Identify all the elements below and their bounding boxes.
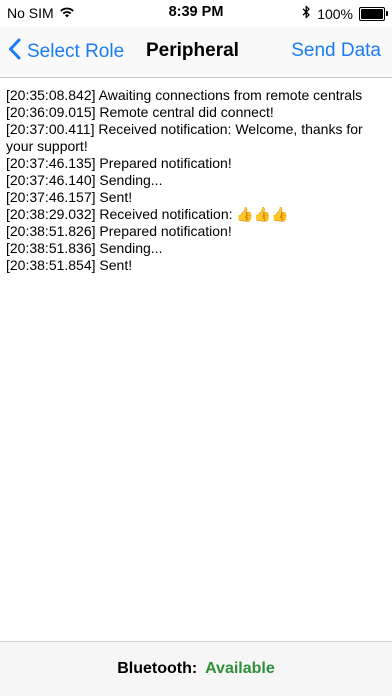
- log-line: [20:38:29.032] Received notification: 👍👍…: [6, 206, 289, 222]
- battery-fill: [361, 8, 383, 19]
- log-line: [20:38:51.836] Sending...: [6, 240, 163, 256]
- log-text-view[interactable]: [20:35:08.842] Awaiting connections from…: [6, 87, 386, 274]
- log-line: [20:38:51.826] Prepared notification!: [6, 223, 232, 239]
- bluetooth-status-label: Bluetooth:: [117, 660, 198, 677]
- screen: No SIM 8:39 PM 100% Select Role Peripher…: [0, 0, 392, 696]
- send-data-button[interactable]: Send Data: [291, 40, 381, 62]
- log-line: [20:38:51.854] Sent!: [6, 257, 133, 273]
- chevron-left-icon: [8, 38, 21, 66]
- bluetooth-icon: [302, 5, 311, 22]
- back-button[interactable]: Select Role: [8, 38, 124, 66]
- log-line: [20:37:46.135] Prepared notification!: [6, 155, 232, 171]
- page-title: Peripheral: [146, 40, 239, 61]
- log-line: [20:37:46.140] Sending...: [6, 172, 163, 188]
- status-bar: No SIM 8:39 PM 100%: [0, 0, 392, 26]
- bluetooth-status-value: Available: [205, 660, 275, 677]
- log-line: [20:37:46.157] Sent!: [6, 189, 133, 205]
- log-line: [20:37:00.411] Received notification: We…: [6, 121, 367, 154]
- navigation-bar: Select Role Peripheral Send Data: [0, 26, 392, 78]
- battery-percent: 100%: [317, 5, 353, 22]
- battery-icon: [359, 6, 388, 21]
- log-line: [20:36:09.015] Remote central did connec…: [6, 104, 274, 120]
- status-right: 100%: [302, 5, 388, 22]
- bluetooth-status-bar: Bluetooth: Available: [0, 641, 392, 696]
- log-line: [20:35:08.842] Awaiting connections from…: [6, 87, 363, 103]
- back-button-label: Select Role: [27, 41, 125, 62]
- battery-tip: [386, 10, 388, 16]
